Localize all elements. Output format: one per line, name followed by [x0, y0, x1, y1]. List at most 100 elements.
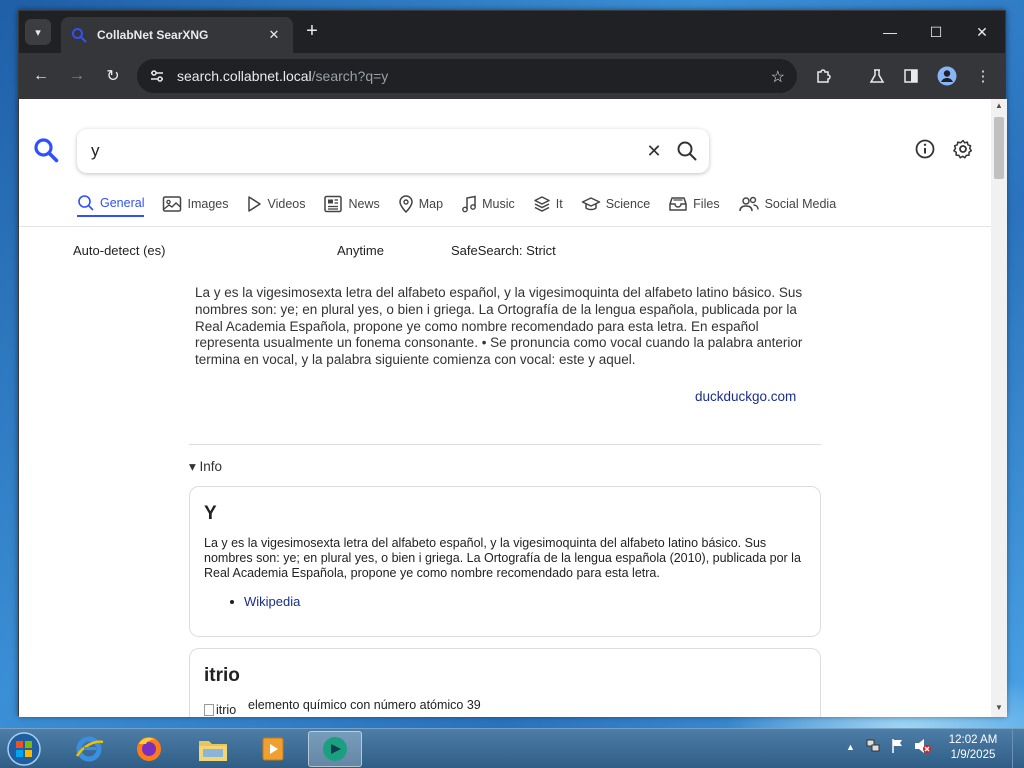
- language-select-value: Auto-detect (es): [73, 243, 166, 258]
- show-desktop-button[interactable]: [1012, 729, 1024, 768]
- bookmark-star-icon[interactable]: ☆: [771, 67, 785, 87]
- close-window-button[interactable]: ✕: [959, 19, 1005, 45]
- tab-map[interactable]: Map: [398, 191, 443, 217]
- infobox-title: itrio: [204, 665, 240, 686]
- infobox-card: Y La y es la vigesimosexta letra del alf…: [189, 486, 821, 637]
- newspaper-icon: [324, 195, 343, 213]
- url-host: search.collabnet.local: [177, 68, 312, 84]
- page-scrollbar[interactable]: ▲ ▼: [991, 99, 1007, 717]
- profile-avatar-icon[interactable]: [935, 64, 959, 88]
- taskbar: ▲ 12:02 AM 1/9/2025: [0, 728, 1024, 768]
- media-player-icon[interactable]: [246, 731, 300, 767]
- browser-menu-icon[interactable]: ⋮: [971, 64, 995, 88]
- layers-icon: [533, 196, 550, 212]
- tab-bar: ▾ CollabNet SearXNG ✕ + — ☐ ✕: [19, 11, 1005, 53]
- tab-label: News: [348, 197, 380, 211]
- results-divider: [189, 444, 821, 445]
- tab-it[interactable]: It: [533, 191, 563, 217]
- scroll-up-icon[interactable]: ▲: [994, 101, 1004, 110]
- firefox-icon[interactable]: [122, 731, 176, 767]
- reload-icon[interactable]: ↻: [101, 64, 125, 88]
- triangle-down-icon: ▾: [189, 459, 196, 474]
- tab-videos[interactable]: Videos: [246, 191, 305, 217]
- tab-files[interactable]: Files: [668, 191, 720, 217]
- minimize-button[interactable]: —: [867, 19, 913, 45]
- time-range-select[interactable]: Anytime: [337, 243, 384, 258]
- maximize-button[interactable]: ☐: [913, 19, 959, 45]
- wikipedia-link[interactable]: Wikipedia: [244, 594, 300, 609]
- collabnet-app-icon[interactable]: [308, 731, 362, 767]
- tab-label: Music: [482, 197, 515, 211]
- tab-label: General: [100, 196, 145, 210]
- image-icon: [163, 196, 182, 212]
- tab-science[interactable]: Science: [581, 191, 650, 217]
- browser-toolbar: ← → ↻ search.collabnet.local/search?q=y …: [19, 53, 1005, 99]
- file-explorer-icon[interactable]: [186, 731, 240, 767]
- clock-time: 12:02 AM: [948, 734, 998, 746]
- action-center-flag-icon[interactable]: [890, 738, 906, 757]
- search-box: ✕: [77, 129, 709, 173]
- header-divider: [19, 226, 991, 227]
- internet-explorer-icon[interactable]: [62, 731, 116, 767]
- music-note-icon: [462, 195, 476, 213]
- windows-start-icon[interactable]: [4, 730, 44, 768]
- answer-source-link[interactable]: duckduckgo.com: [695, 389, 796, 404]
- page-content: ✕ General Images: [19, 99, 991, 717]
- browser-window: ▾ CollabNet SearXNG ✕ + — ☐ ✕ ← → ↻ sear…: [18, 10, 1007, 717]
- info-toggle[interactable]: ▾ Info: [189, 459, 222, 475]
- language-select[interactable]: Auto-detect (es): [73, 243, 166, 258]
- search-input[interactable]: [91, 139, 611, 163]
- tab-label: Files: [693, 197, 720, 211]
- volume-muted-icon[interactable]: [914, 738, 932, 757]
- back-arrow-icon[interactable]: ←: [29, 64, 53, 88]
- info-circle-icon[interactable]: [913, 137, 937, 161]
- graduation-cap-icon: [581, 197, 600, 211]
- time-range-select-value: Anytime: [337, 243, 384, 258]
- system-clock[interactable]: 12:02 AM 1/9/2025: [936, 733, 1010, 763]
- url-path: /search?q=y: [311, 68, 389, 84]
- tab-label: Map: [418, 197, 444, 211]
- clock-date: 1/9/2025: [950, 749, 996, 761]
- map-pin-icon: [398, 195, 413, 213]
- tab-news[interactable]: News: [323, 191, 380, 217]
- network-icon[interactable]: [866, 738, 882, 757]
- new-tab-button[interactable]: +: [301, 21, 323, 43]
- infobox-text: La y es la vigesimosexta letra del alfab…: [204, 536, 801, 581]
- tab-label: It: [555, 197, 563, 211]
- info-toggle-label: Info: [199, 459, 223, 474]
- search-icon: [78, 195, 94, 211]
- safesearch-select-value: SafeSearch: Strict: [451, 243, 556, 258]
- tab-label: Social Media: [764, 197, 837, 211]
- tab-general[interactable]: General: [77, 191, 145, 217]
- scroll-down-icon[interactable]: ▼: [994, 703, 1004, 712]
- search-submit-icon[interactable]: [675, 139, 699, 163]
- safesearch-select[interactable]: SafeSearch: Strict: [451, 243, 556, 258]
- tab-close-icon[interactable]: ✕: [265, 27, 283, 43]
- tab-music[interactable]: Music: [461, 191, 515, 217]
- people-icon: [738, 196, 759, 212]
- searxng-logo-icon[interactable]: [33, 137, 59, 163]
- scrollbar-thumb[interactable]: [994, 117, 1004, 179]
- site-info-icon[interactable]: [149, 68, 165, 84]
- file-tray-icon: [669, 197, 687, 211]
- category-tabs: General Images Videos News Map Music It …: [77, 191, 854, 221]
- broken-image: itrio: [204, 701, 242, 717]
- side-panel-icon[interactable]: [899, 64, 923, 88]
- infobox-text: elemento químico con número atómico 39: [248, 698, 481, 712]
- list-bullet: [230, 600, 234, 604]
- play-icon: [248, 196, 262, 212]
- tab-title: CollabNet SearXNG: [97, 28, 209, 42]
- searxng-favicon-icon: [72, 28, 87, 43]
- tab-search-button[interactable]: ▾: [25, 19, 51, 45]
- labs-flask-icon[interactable]: [865, 64, 889, 88]
- address-bar[interactable]: search.collabnet.local/search?q=y ☆: [137, 59, 797, 93]
- tray-arrow-icon[interactable]: ▲: [846, 742, 855, 752]
- tab-images[interactable]: Images: [162, 191, 228, 217]
- extensions-puzzle-icon[interactable]: [811, 64, 835, 88]
- active-tab[interactable]: CollabNet SearXNG ✕: [61, 17, 293, 53]
- preferences-gear-icon[interactable]: [951, 137, 975, 161]
- tab-social-media[interactable]: Social Media: [738, 191, 837, 217]
- forward-arrow-icon[interactable]: →: [65, 64, 89, 88]
- infobox-card: itrio itrio elemento químico con número …: [189, 648, 821, 717]
- clear-search-icon[interactable]: ✕: [643, 140, 665, 162]
